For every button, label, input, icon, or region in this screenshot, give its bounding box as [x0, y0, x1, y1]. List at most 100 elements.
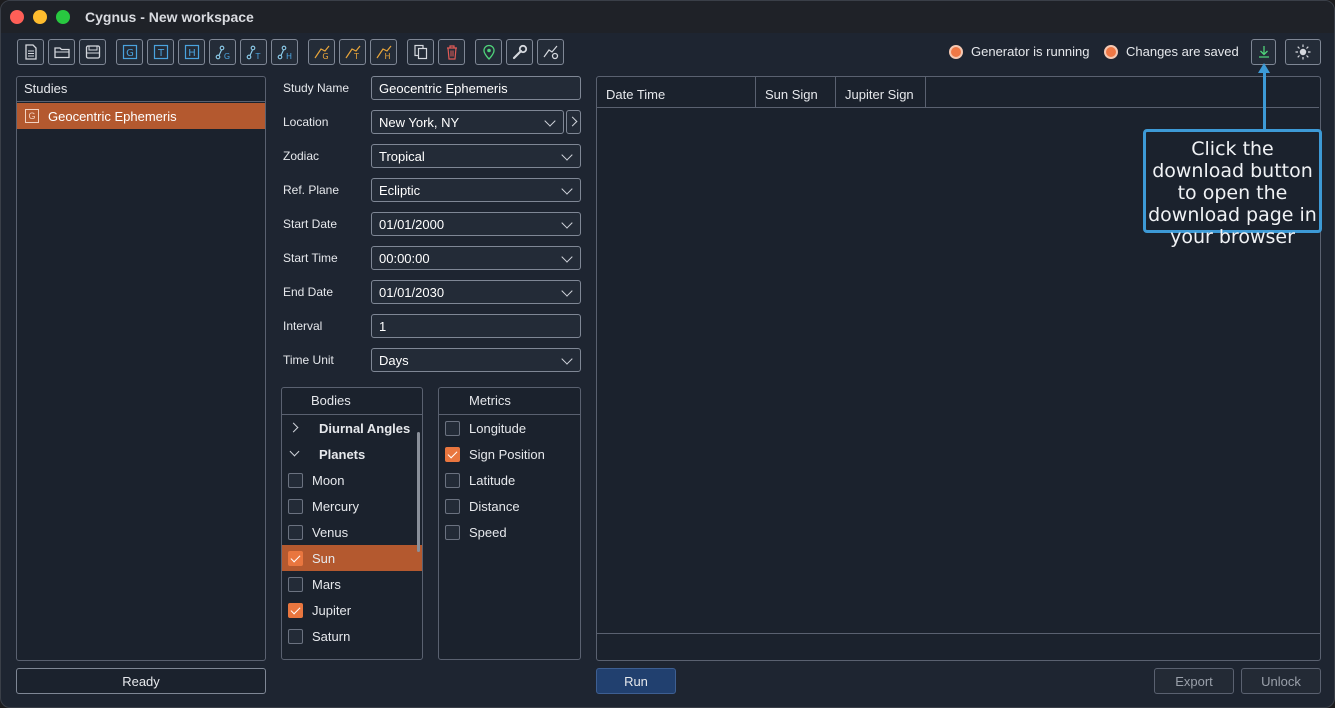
save-status-text: Changes are saved	[1126, 44, 1239, 59]
new-file-button[interactable]	[17, 39, 44, 65]
end-date-picker[interactable]: 01/01/2030	[371, 280, 581, 304]
open-folder-button[interactable]	[48, 39, 75, 65]
zoom-window-button[interactable]	[56, 10, 70, 24]
saturn-checkbox[interactable]	[288, 628, 303, 644]
copy-button[interactable]	[407, 39, 434, 65]
chevron-right-icon[interactable]	[290, 422, 305, 434]
ready-status-button[interactable]: Ready	[16, 668, 266, 694]
generator-status-dot-icon	[949, 44, 963, 59]
body-item-venus[interactable]: Venus	[282, 519, 422, 545]
settings-button[interactable]	[506, 39, 533, 65]
distance-checkbox[interactable]	[445, 498, 460, 514]
column-header-sun-sign[interactable]: Sun Sign	[756, 77, 836, 107]
speed-checkbox[interactable]	[445, 524, 460, 540]
geocentric-study-button[interactable]: G	[116, 39, 143, 65]
generator-status: Generator is running	[949, 44, 1090, 59]
body-label: Jupiter	[312, 602, 352, 618]
export-button[interactable]: Export	[1154, 668, 1234, 694]
location-button[interactable]	[475, 39, 502, 65]
mars-checkbox[interactable]	[288, 576, 303, 592]
svg-text:T: T	[353, 52, 359, 61]
column-header-date-time[interactable]: Date Time	[597, 77, 756, 107]
svg-text:G: G	[223, 52, 229, 61]
new-file-icon	[24, 44, 37, 60]
topo-chart-button[interactable]: T	[240, 39, 267, 65]
delete-button[interactable]	[438, 39, 465, 65]
svg-text:H: H	[384, 52, 390, 61]
study-name-input[interactable]: Geocentric Ephemeris	[371, 76, 581, 100]
studies-header: Studies	[17, 77, 265, 102]
download-icon	[1258, 46, 1269, 58]
body-item-moon[interactable]: Moon	[282, 467, 422, 493]
close-window-button[interactable]	[10, 10, 24, 24]
geo-chart-button[interactable]: G	[209, 39, 236, 65]
save-button[interactable]	[79, 39, 106, 65]
heliocentric-study-button[interactable]: H	[178, 39, 205, 65]
heliocentric-study-icon: H	[184, 44, 199, 60]
theme-toggle-button[interactable]	[1285, 39, 1321, 65]
copy-icon	[413, 44, 427, 60]
studies-panel: Studies G Geocentric Ephemeris	[16, 76, 266, 661]
sun-checkbox[interactable]	[288, 550, 303, 566]
column-header-jupiter-sign[interactable]: Jupiter Sign	[836, 77, 926, 107]
download-button[interactable]	[1251, 39, 1276, 65]
helio-chart-button[interactable]: H	[271, 39, 298, 65]
start-time-picker[interactable]: 00:00:00	[371, 246, 581, 270]
body-item-saturn[interactable]: Saturn	[282, 623, 422, 649]
metric-label: Distance	[469, 498, 520, 514]
chart-settings-icon	[543, 45, 558, 60]
group-diurnal-angles[interactable]: Diurnal Angles	[282, 415, 422, 441]
body-item-sun[interactable]: Sun	[282, 545, 422, 571]
sun-icon	[1295, 44, 1311, 60]
moon-checkbox[interactable]	[288, 472, 303, 488]
chart-settings-button[interactable]	[537, 39, 564, 65]
topo-aspect-icon: T	[345, 45, 360, 61]
body-item-mars[interactable]: Mars	[282, 571, 422, 597]
start-date-label: Start Date	[283, 217, 338, 231]
run-button[interactable]: Run	[596, 668, 676, 694]
body-item-mercury[interactable]: Mercury	[282, 493, 422, 519]
topocentric-study-icon: T	[153, 44, 168, 60]
geo-aspect-button[interactable]: G	[308, 39, 335, 65]
venus-checkbox[interactable]	[288, 524, 303, 540]
study-name-label: Study Name	[283, 81, 350, 95]
download-callout: Click the download button to open the do…	[1143, 129, 1322, 248]
generator-status-text: Generator is running	[971, 44, 1090, 59]
bodies-scrollbar[interactable]	[417, 432, 420, 552]
topocentric-study-button[interactable]: T	[147, 39, 174, 65]
metric-label: Sign Position	[469, 446, 545, 462]
topo-chart-icon: T	[246, 45, 260, 61]
interval-input[interactable]: 1	[371, 314, 581, 338]
location-next-button[interactable]	[566, 110, 581, 134]
minimize-window-button[interactable]	[33, 10, 47, 24]
title-bar: Cygnus - New workspace	[1, 1, 1334, 33]
time-unit-select[interactable]: Days	[371, 348, 581, 372]
group-label: Diurnal Angles	[319, 420, 411, 436]
location-select[interactable]: New York, NY	[371, 110, 564, 134]
latitude-checkbox[interactable]	[445, 472, 460, 488]
metric-item-latitude[interactable]: Latitude	[439, 467, 580, 493]
metric-item-sign-position[interactable]: Sign Position	[439, 441, 580, 467]
metric-item-distance[interactable]: Distance	[439, 493, 580, 519]
study-item[interactable]: G Geocentric Ephemeris	[17, 103, 265, 129]
body-item-jupiter[interactable]: Jupiter	[282, 597, 422, 623]
bodies-panel: Bodies Diurnal Angles Planets Moon Mercu…	[281, 387, 423, 660]
zodiac-select[interactable]: Tropical	[371, 144, 581, 168]
helio-aspect-button[interactable]: H	[370, 39, 397, 65]
longitude-checkbox[interactable]	[445, 420, 460, 436]
table-footer-divider	[597, 633, 1320, 634]
ref-plane-select[interactable]: Ecliptic	[371, 178, 581, 202]
geo-aspect-icon: G	[314, 45, 329, 61]
svg-text:T: T	[254, 52, 260, 61]
start-date-picker[interactable]: 01/01/2000	[371, 212, 581, 236]
sign-position-checkbox[interactable]	[445, 446, 460, 462]
interval-label: Interval	[283, 319, 323, 333]
mercury-checkbox[interactable]	[288, 498, 303, 514]
unlock-button[interactable]: Unlock	[1241, 668, 1321, 694]
group-planets[interactable]: Planets	[282, 441, 422, 467]
metric-item-speed[interactable]: Speed	[439, 519, 580, 545]
metric-item-longitude[interactable]: Longitude	[439, 415, 580, 441]
topo-aspect-button[interactable]: T	[339, 39, 366, 65]
jupiter-checkbox[interactable]	[288, 602, 303, 618]
chevron-down-icon[interactable]	[290, 448, 305, 460]
